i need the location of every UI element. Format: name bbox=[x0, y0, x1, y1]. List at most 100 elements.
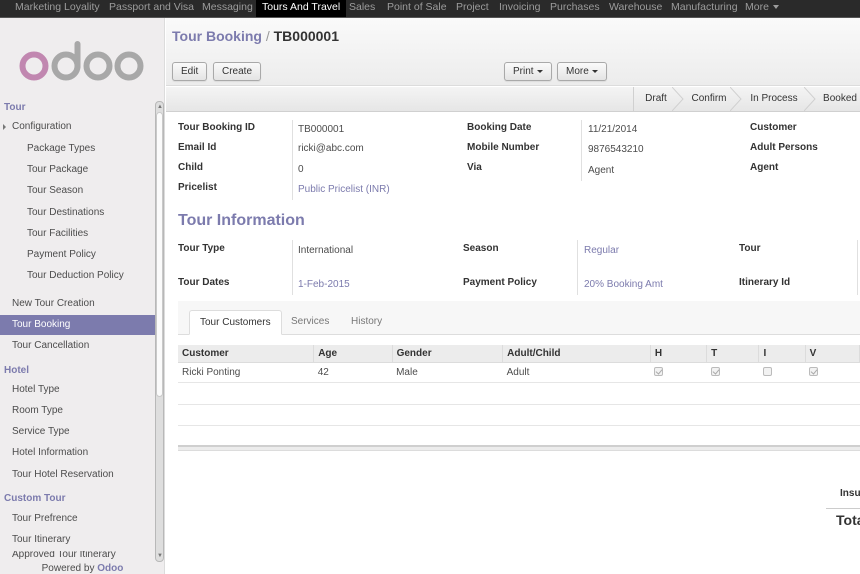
menu-item-tour-season[interactable]: Tour Season bbox=[0, 181, 155, 201]
column-header-t[interactable]: T bbox=[706, 345, 760, 363]
nav-invoicing[interactable]: Invoicing bbox=[495, 0, 544, 17]
value-season-link[interactable]: Regular bbox=[584, 245, 619, 256]
sidebar-scrollbar-thumb[interactable] bbox=[156, 112, 163, 397]
value-tour-booking-id: TB000001 bbox=[298, 124, 345, 135]
nav-passport-visa[interactable]: Passport and Visa bbox=[105, 0, 198, 17]
menu-item-tour-deduction-policy[interactable]: Tour Deduction Policy bbox=[0, 266, 155, 286]
nav-tours-and-travel[interactable]: Tours And Travel bbox=[256, 0, 347, 17]
stage-confirm[interactable]: Confirm bbox=[684, 87, 734, 111]
menu-item-new-tour-creation[interactable]: New Tour Creation bbox=[0, 294, 155, 314]
cell-customer: Ricki Ponting bbox=[178, 362, 314, 383]
stage-draft[interactable]: Draft bbox=[636, 87, 676, 111]
menu-item-configuration[interactable]: Configuration bbox=[0, 117, 155, 137]
value-booking-date: 11/21/2014 bbox=[588, 124, 638, 135]
form-sheet: Tour Booking ID Email Id Child Pricelist… bbox=[166, 113, 860, 574]
label-season: Season bbox=[463, 243, 499, 254]
checkbox-v[interactable] bbox=[809, 367, 819, 377]
value-tour-type: International bbox=[298, 245, 354, 256]
column-header-v[interactable]: V bbox=[805, 345, 860, 363]
value-email-id: ricki@abc.com bbox=[298, 143, 364, 154]
field-divider bbox=[292, 120, 293, 200]
create-button[interactable]: Create bbox=[213, 62, 262, 81]
menu-item-tour-cancellation[interactable]: Tour Cancellation bbox=[0, 336, 155, 356]
column-header-customer[interactable]: Customer bbox=[178, 345, 315, 363]
nav-more-label: More bbox=[745, 1, 769, 13]
breadcrumb: Tour Booking / TB000001 bbox=[172, 28, 339, 44]
menu-item-payment-policy[interactable]: Payment Policy bbox=[0, 245, 155, 265]
tab-history[interactable]: History bbox=[341, 310, 392, 335]
nav-warehouse[interactable]: Warehouse bbox=[605, 0, 666, 17]
value-mobile-number: 9876543210 bbox=[588, 144, 644, 155]
edit-button[interactable]: Edit bbox=[172, 62, 208, 81]
column-header-adult-child[interactable]: Adult/Child bbox=[502, 345, 651, 363]
cell-age: 42 bbox=[313, 362, 393, 383]
menu-item-tour-facilities[interactable]: Tour Facilities bbox=[0, 224, 155, 244]
top-nav-bar: Marketing Loyality Passport and Visa Mes… bbox=[0, 0, 860, 18]
label-via: Via bbox=[467, 162, 482, 173]
menu-item-hotel-information[interactable]: Hotel Information bbox=[0, 443, 155, 463]
column-header-age[interactable]: Age bbox=[313, 345, 393, 363]
label-payment-policy: Payment Policy bbox=[463, 277, 537, 288]
menu-item-package-types[interactable]: Package Types bbox=[0, 139, 155, 159]
nav-project[interactable]: Project bbox=[452, 0, 493, 17]
label-email-id: Email Id bbox=[178, 142, 217, 153]
value-payment-policy-link[interactable]: 20% Booking Amt bbox=[584, 279, 663, 290]
nav-marketing-loyality[interactable]: Marketing Loyality bbox=[11, 0, 104, 17]
menu-item-room-type[interactable]: Room Type bbox=[0, 401, 155, 421]
label-insurance: Insu bbox=[840, 488, 860, 499]
tab-services[interactable]: Services bbox=[281, 310, 339, 335]
menu-section-custom-tour: Custom Tour bbox=[4, 493, 66, 504]
field-divider bbox=[857, 240, 858, 295]
menu-item-tour-hotel-reservation[interactable]: Tour Hotel Reservation bbox=[0, 465, 155, 485]
value-tour-dates-link[interactable]: 1-Feb-2015 bbox=[298, 279, 350, 290]
more-button[interactable]: More bbox=[557, 62, 607, 81]
label-itinerary-id: Itinerary Id bbox=[739, 277, 791, 288]
nav-more[interactable]: More bbox=[741, 0, 783, 17]
menu-item-tour-destinations[interactable]: Tour Destinations bbox=[0, 203, 155, 223]
tab-tour-customers[interactable]: Tour Customers bbox=[189, 310, 282, 335]
menu-item-tour-package[interactable]: Tour Package bbox=[0, 160, 155, 180]
breadcrumb-parent-link[interactable]: Tour Booking bbox=[172, 28, 262, 44]
label-tour-type: Tour Type bbox=[178, 243, 225, 254]
stage-booked[interactable]: Booked bbox=[818, 87, 860, 111]
print-label: Print bbox=[513, 66, 534, 77]
column-header-i[interactable]: I bbox=[758, 345, 806, 363]
column-header-gender[interactable]: Gender bbox=[392, 345, 504, 363]
field-divider bbox=[581, 120, 582, 181]
menu-item-service-type[interactable]: Service Type bbox=[0, 422, 155, 442]
sidebar: Tour Configuration Package Types Tour Pa… bbox=[0, 18, 165, 574]
label-pricelist: Pricelist bbox=[178, 182, 217, 193]
powered-by: Powered by Odoo bbox=[41, 563, 124, 574]
stage-in-process[interactable]: In Process bbox=[742, 87, 806, 111]
checkbox-h[interactable] bbox=[654, 367, 664, 377]
powered-by-brand-link[interactable]: Odoo bbox=[97, 563, 123, 574]
menu-item-tour-prefrence[interactable]: Tour Prefrence bbox=[0, 509, 155, 529]
nav-manufacturing[interactable]: Manufacturing bbox=[667, 0, 742, 17]
statusbar-divider bbox=[633, 87, 634, 111]
sidebar-scrollbar[interactable]: ▲ ▼ bbox=[155, 101, 164, 562]
scroll-up-icon[interactable]: ▲ bbox=[157, 103, 163, 111]
caret-down-icon bbox=[591, 69, 598, 73]
scroll-down-icon[interactable]: ▼ bbox=[157, 552, 163, 560]
nav-point-of-sale[interactable]: Point of Sale bbox=[383, 0, 451, 17]
nav-messaging[interactable]: Messaging bbox=[198, 0, 257, 17]
section-title-tour-information: Tour Information bbox=[178, 212, 305, 229]
nav-sales[interactable]: Sales bbox=[345, 0, 379, 17]
value-pricelist-link[interactable]: Public Pricelist (INR) bbox=[298, 184, 390, 195]
table-footer bbox=[178, 445, 860, 451]
print-button[interactable]: Print bbox=[504, 62, 552, 81]
cell-h bbox=[650, 362, 707, 383]
menu-item-hotel-type[interactable]: Hotel Type bbox=[0, 380, 155, 400]
breadcrumb-current: TB000001 bbox=[273, 28, 340, 44]
menu-item-tour-itinerary[interactable]: Tour Itinerary bbox=[0, 530, 155, 550]
column-header-h[interactable]: H bbox=[650, 345, 708, 363]
menu-item-approved-tour-itinerary[interactable]: Approved Tour Itinerary bbox=[0, 551, 155, 560]
menu-item-tour-booking[interactable]: Tour Booking bbox=[0, 315, 155, 335]
checkbox-i[interactable] bbox=[762, 367, 772, 377]
chevron-right-icon bbox=[672, 87, 684, 111]
checkbox-t[interactable] bbox=[710, 367, 720, 377]
caret-down-icon bbox=[772, 5, 779, 10]
nav-purchases[interactable]: Purchases bbox=[546, 0, 604, 17]
table-row[interactable]: Ricki Ponting 42 Male Adult bbox=[178, 362, 860, 383]
odoo-logo bbox=[19, 41, 144, 81]
